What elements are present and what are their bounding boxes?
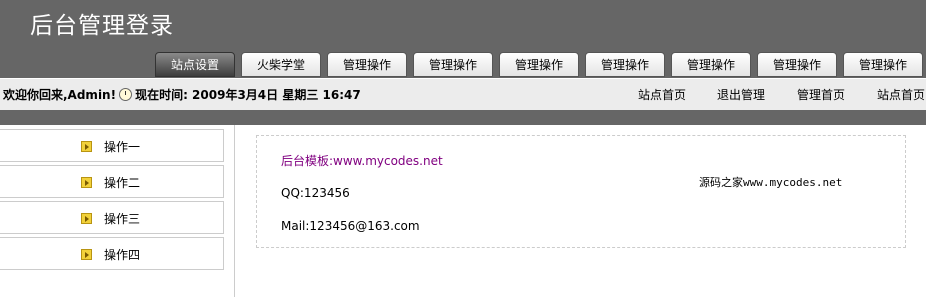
sidebar-item-op1[interactable]: 操作一: [0, 129, 224, 162]
info-bar: 欢迎你回来,Admin! 现在时间: 2009年3月4日 星期三 16:47 站点…: [0, 78, 926, 110]
tab-manage-2[interactable]: 管理操作: [413, 52, 493, 77]
welcome-message: 欢迎你回来,Admin! 现在时间: 2009年3月4日 星期三 16:47: [3, 86, 361, 103]
arrow-icon: [81, 213, 92, 224]
tab-manage-7[interactable]: 管理操作: [843, 52, 923, 77]
site-link[interactable]: 后台模板:www.mycodes.net: [281, 152, 443, 169]
sidebar-item-op3[interactable]: 操作三: [0, 201, 224, 234]
link-site-home-2[interactable]: 站点首页: [877, 86, 925, 103]
welcome-text: 欢迎你回来,Admin!: [3, 88, 117, 102]
qq-text: QQ:123456: [281, 186, 350, 200]
mail-text: Mail:123456@163.com: [281, 219, 420, 233]
watermark-text: 源码之家www.mycodes.net: [699, 176, 843, 189]
tab-manage-1[interactable]: 管理操作: [327, 52, 407, 77]
tab-manage-3[interactable]: 管理操作: [499, 52, 579, 77]
arrow-icon: [81, 249, 92, 260]
tab-manage-4[interactable]: 管理操作: [585, 52, 665, 77]
divider-bar: [0, 110, 926, 125]
clock-icon: [119, 88, 133, 101]
header: 后台管理登录 站点设置 火柴学堂 管理操作 管理操作 管理操作 管理操作 管理操…: [0, 0, 926, 78]
tab-site-settings[interactable]: 站点设置: [155, 52, 235, 77]
current-time: 现在时间: 2009年3月4日 星期三 16:47: [135, 88, 361, 102]
link-admin-home[interactable]: 管理首页: [797, 86, 845, 103]
sidebar-item-op2[interactable]: 操作二: [0, 165, 224, 198]
app-title: 后台管理登录: [30, 13, 174, 39]
sidebar-item-op4[interactable]: 操作四: [0, 237, 224, 270]
arrow-icon: [81, 177, 92, 188]
arrow-icon: [81, 141, 92, 152]
link-logout[interactable]: 退出管理: [717, 86, 765, 103]
sidebar-item-label: 操作四: [104, 248, 141, 262]
content-panel: 后台模板:www.mycodes.net QQ:123456 Mail:1234…: [256, 135, 906, 248]
tab-manage-5[interactable]: 管理操作: [671, 52, 751, 77]
tab-manage-6[interactable]: 管理操作: [757, 52, 837, 77]
tab-match-school[interactable]: 火柴学堂: [241, 52, 321, 77]
link-site-home[interactable]: 站点首页: [638, 86, 686, 103]
sidebar: 操作一 操作二 操作三 操作四: [0, 125, 235, 297]
sidebar-item-label: 操作二: [104, 176, 141, 190]
sidebar-item-label: 操作三: [104, 212, 141, 226]
sidebar-item-label: 操作一: [104, 140, 141, 154]
